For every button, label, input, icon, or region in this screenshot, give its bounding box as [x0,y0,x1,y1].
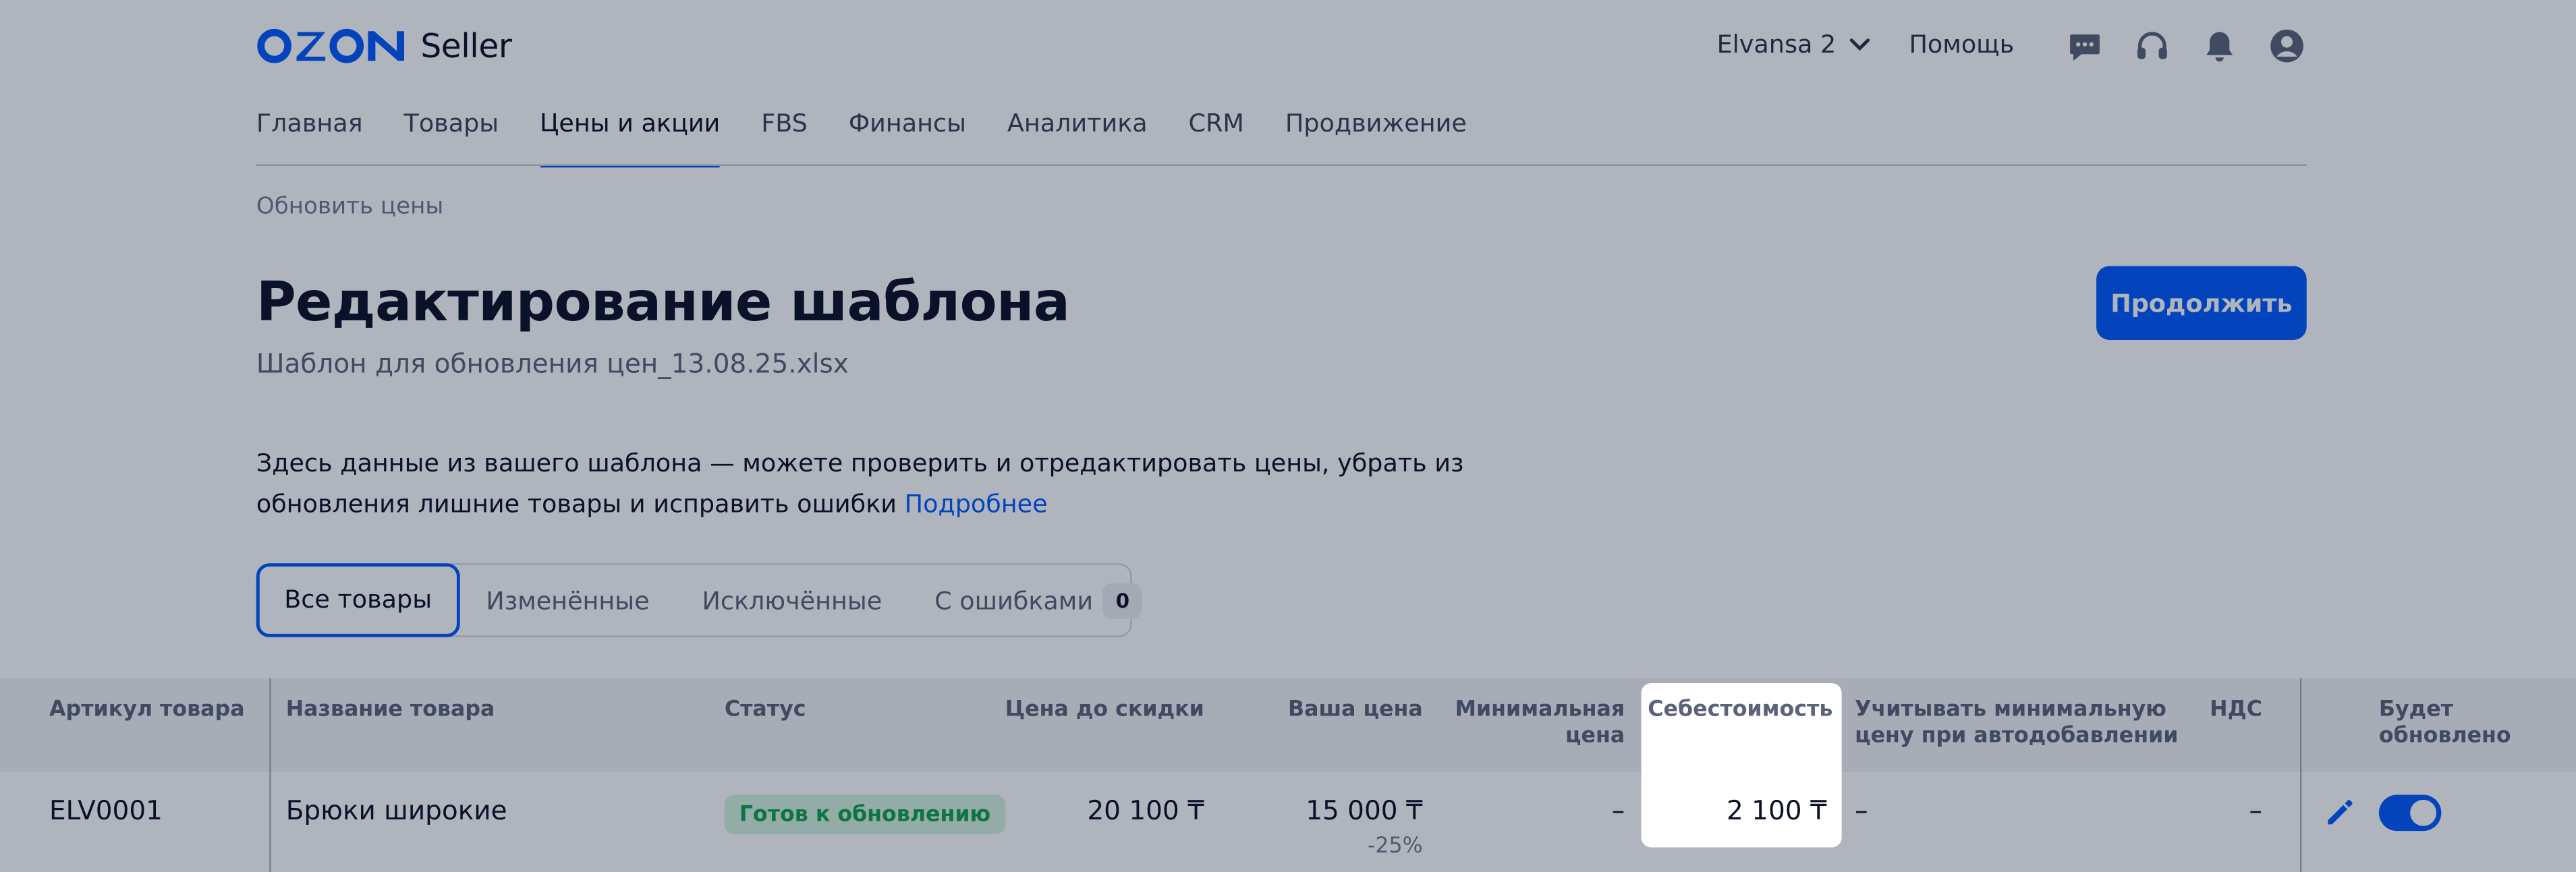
header-line: Минимальная [1455,697,1625,723]
continue-button[interactable]: Продолжить [2096,266,2307,341]
breadcrumb[interactable]: Обновить цены [256,194,443,220]
tab-all-products[interactable]: Все товары [256,562,460,637]
bell-icon[interactable] [2200,26,2239,65]
column-header-price-before[interactable]: Цена до скидки [986,698,1204,724]
filter-tabs: Все товары Изменённые Исключённые С ошиб… [256,562,1143,637]
info-text: Здесь данные из вашего шаблона — можете … [256,443,1571,525]
column-header-name[interactable]: Название товара [286,698,495,724]
column-header-consider-min[interactable]: Учитывать минимальную цену при автодобав… [1855,698,2178,751]
error-count-badge: 0 [1102,582,1143,618]
column-header-status[interactable]: Статус [725,698,806,724]
toggle-knob [2410,799,2437,826]
column-separator [2300,678,2302,872]
column-header-article[interactable]: Артикул товара [49,698,245,724]
tab-excluded[interactable]: Исключённые [676,565,909,636]
header-line: цену при автодобавлении [1855,724,2179,749]
info-description: Здесь данные из вашего шаблона — можете … [256,448,1464,519]
nav-divider [256,164,2307,166]
table-header [0,678,2576,772]
header-line: обновлено [2378,724,2511,749]
nav-item-crm[interactable]: CRM [1189,109,1244,168]
nav-item-products[interactable]: Товары [404,109,499,168]
column-header-min-price[interactable]: Минимальная цена [1446,698,1625,751]
ozon-logo-icon [257,28,405,63]
cell-min-price[interactable]: – [1446,795,1625,826]
page-subtitle: Шаблон для обновления цен_13.08.25.xlsx [256,348,849,380]
will-update-toggle[interactable] [2378,794,2442,832]
page-title: Редактирование шаблона [256,269,1070,334]
cell-vat[interactable]: – [2185,795,2262,826]
column-header-your-price[interactable]: Ваша цена [1249,698,1423,724]
status-badge: Готов к обновлению [724,794,1006,834]
tab-changed[interactable]: Изменённые [459,565,675,636]
cell-your-price[interactable]: 15 000 ₸ [1249,795,1422,826]
tab-label: Изменённые [486,585,650,615]
nav-item-analytics[interactable]: Аналитика [1007,109,1148,168]
tab-with-errors[interactable]: С ошибками 0 [908,565,1169,636]
account-name: Elvansa 2 [1716,29,1837,59]
chat-icon[interactable] [2065,26,2104,65]
ozon-seller-logo[interactable]: Seller [256,23,512,69]
column-separator [269,678,271,872]
discount-percent: -25% [1367,834,1423,859]
cell-price-before[interactable]: 20 100 ₸ [986,795,1204,826]
tab-label: Исключённые [702,585,883,615]
profile-icon[interactable] [2267,26,2306,65]
main-nav: Главная Товары Цены и акции FBS Финансы … [256,109,1508,168]
cell-product-name[interactable]: Брюки широкие [286,795,507,826]
help-link[interactable]: Помощь [1909,30,2014,59]
edit-pencil-icon[interactable] [2323,796,2356,830]
learn-more-link[interactable]: Подробнее [905,490,1048,519]
chevron-down-icon [1849,38,1869,51]
cell-consider-min[interactable]: – [1855,795,1868,826]
logo-suffix: Seller [420,26,512,66]
header-line: цена [1565,724,1625,749]
nav-item-home[interactable]: Главная [256,109,363,168]
page: Seller Elvansa 2 Помощь Главная Товары Ц… [0,0,2576,872]
nav-item-finance[interactable]: Финансы [849,109,966,168]
nav-item-promotion[interactable]: Продвижение [1285,109,1467,168]
headset-icon[interactable] [2133,26,2172,65]
account-switcher[interactable]: Elvansa 2 [1717,30,1869,59]
nav-item-prices-promotions[interactable]: Цены и акции [540,109,720,168]
tab-label: Все товары [284,584,432,614]
header-line: Учитывать минимальную [1855,697,2167,723]
cell-article: ELV0001 [49,794,163,826]
column-header-will-update[interactable]: Будет обновлено [2379,698,2511,751]
cell-cost[interactable]: 2 100 ₸ [1648,795,1827,826]
column-header-cost[interactable]: Себестоимость [1648,698,1832,724]
nav-item-fbs[interactable]: FBS [761,109,808,168]
column-header-vat[interactable]: НДС [2185,698,2262,724]
header-line: Будет [2378,697,2454,723]
tab-label: С ошибками [934,585,1094,615]
